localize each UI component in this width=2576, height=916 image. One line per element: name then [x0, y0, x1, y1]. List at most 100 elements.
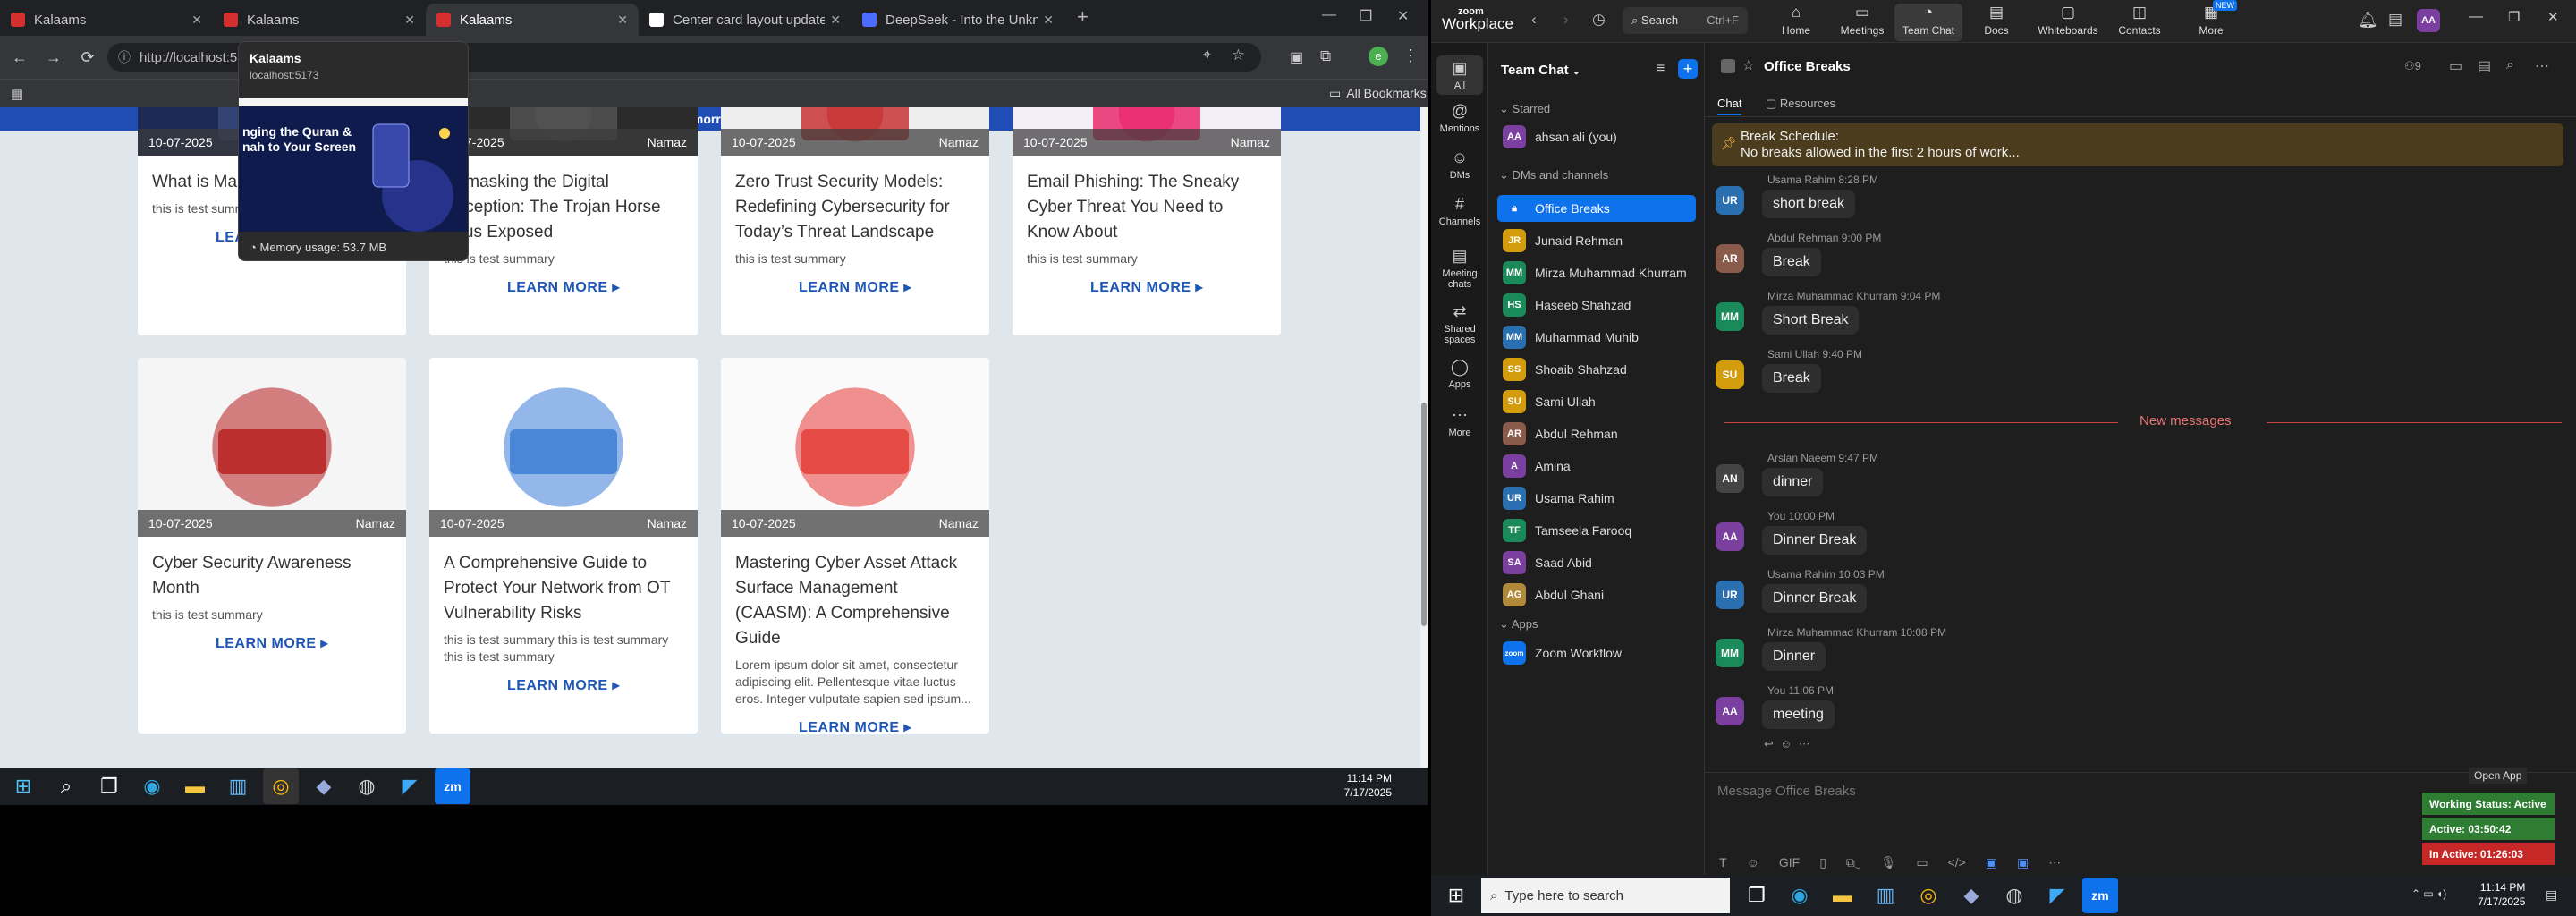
- zoom-taskbar-icon[interactable]: zm: [435, 768, 470, 804]
- audio-icon[interactable]: 🎙︎: [1881, 855, 1897, 870]
- message-avatar[interactable]: MM: [1716, 302, 1744, 331]
- chat-list-item[interactable]: AR Abdul Rehman: [1497, 420, 1696, 447]
- back-icon[interactable]: ‹: [1531, 11, 1537, 29]
- taskbar-search-icon[interactable]: ⌕: [48, 768, 84, 804]
- rail-channels[interactable]: # Channels: [1431, 195, 1488, 227]
- chrome-icon[interactable]: ◎: [1911, 878, 1946, 913]
- github-icon[interactable]: ◍: [349, 768, 385, 804]
- chrome-icon[interactable]: ◎: [263, 768, 299, 804]
- minimize-icon[interactable]: —: [2469, 9, 2483, 25]
- windows-start-icon[interactable]: ⊞: [5, 768, 41, 804]
- page-scrollbar[interactable]: [1420, 107, 1428, 769]
- task-view-icon[interactable]: ❐: [1739, 878, 1775, 913]
- notification-bell-icon[interactable]: 🔔︎: [2358, 11, 2378, 30]
- tab-close-icon[interactable]: ✕: [1043, 13, 1054, 28]
- new-tab-plus-icon[interactable]: +: [1077, 5, 1089, 29]
- message-avatar[interactable]: AA: [1716, 697, 1744, 725]
- message-avatar[interactable]: UR: [1716, 186, 1744, 215]
- chat-list-item[interactable]: MM Muhammad Muhib: [1497, 324, 1696, 351]
- browser-tab[interactable]: Kalaams ✕: [213, 4, 426, 36]
- team-chat-title[interactable]: Team Chat ⌄: [1501, 63, 1580, 78]
- browser-tab[interactable]: Kalaams ✕: [0, 4, 213, 36]
- app-one-icon[interactable]: ▣: [1986, 855, 1997, 870]
- tab-close-icon[interactable]: ✕: [617, 13, 628, 28]
- search-icon[interactable]: ⌕: [2506, 57, 2514, 73]
- tab-resources[interactable]: ▢ Resources: [1766, 97, 1835, 111]
- close-window-icon[interactable]: ✕: [2547, 9, 2559, 25]
- message-avatar[interactable]: SU: [1716, 360, 1744, 389]
- tab-close-icon[interactable]: ✕: [191, 13, 202, 28]
- article-card[interactable]: 10-07-2025 Namaz Email Phishing: The Sneak…: [1013, 107, 1281, 335]
- chat-list-item[interactable]: AG Abdul Ghani: [1497, 581, 1696, 608]
- chat-list-item[interactable]: zoom Zoom Workflow: [1497, 640, 1696, 666]
- edge-icon[interactable]: ◉: [1782, 878, 1818, 913]
- gif-icon[interactable]: GIF: [1779, 855, 1800, 870]
- tray-icons[interactable]: ⌃ ▭ ◖): [2411, 887, 2446, 900]
- windows-start-icon[interactable]: ⊞: [1438, 878, 1474, 913]
- chat-list-item[interactable]: TF Tamseela Farooq: [1497, 517, 1696, 544]
- learn-more-link[interactable]: LEARN MORE ▸: [721, 718, 989, 734]
- learn-more-link[interactable]: LEARN MORE ▸: [429, 676, 698, 694]
- site-info-icon[interactable]: ⓘ: [118, 48, 131, 66]
- calendar-icon[interactable]: ▤: [2388, 11, 2402, 29]
- chat-list-item[interactable]: JR Junaid Rehman: [1497, 227, 1696, 254]
- menu-kebab-icon[interactable]: ⋮: [1402, 47, 1419, 65]
- browser-tab[interactable]: Kalaams ✕: [426, 4, 639, 36]
- more-actions-icon[interactable]: ⋯: [1799, 737, 1810, 751]
- browser-tab[interactable]: DeepSeek - Into the Unknown ✕: [852, 4, 1064, 36]
- article-title[interactable]: Email Phishing: The Sneaky Cyber Threat …: [1027, 170, 1267, 245]
- chat-list-item[interactable]: HS Haseeb Shahzad: [1497, 292, 1696, 318]
- learn-more-link[interactable]: LEARN MORE ▸: [138, 634, 406, 652]
- close-window-icon[interactable]: ✕: [1397, 7, 1409, 25]
- article-card[interactable]: 10-07-2025 Namaz Unmasking the Digital Dec…: [429, 107, 698, 335]
- back-icon[interactable]: ←: [5, 48, 34, 67]
- zoom-search-bar[interactable]: ⌕ Search Ctrl+F: [1623, 7, 1748, 34]
- code-icon[interactable]: </>: [1948, 855, 1966, 870]
- more-icon[interactable]: ⋯: [2535, 57, 2549, 75]
- user-avatar[interactable]: AA: [2417, 9, 2440, 32]
- store-icon[interactable]: ▥: [1868, 878, 1903, 913]
- vscode-icon[interactable]: ◤: [392, 768, 428, 804]
- nav-more[interactable]: ▦ More NEW: [2177, 0, 2245, 41]
- emoji-icon[interactable]: ☺: [1747, 855, 1759, 870]
- nav-team-chat[interactable]: ◔ Team Chat: [1894, 4, 1962, 41]
- video-message-icon[interactable]: ▭: [1916, 855, 1928, 870]
- filter-icon[interactable]: ≡: [1657, 61, 1665, 77]
- restore-icon[interactable]: ❐: [2508, 9, 2520, 25]
- learn-more-link[interactable]: LEARN MORE ▸: [429, 278, 698, 296]
- edge-icon[interactable]: ◉: [134, 768, 170, 804]
- app-icon[interactable]: ◆: [306, 768, 342, 804]
- history-icon[interactable]: ◷: [1592, 11, 1606, 29]
- minimize-icon[interactable]: —: [1322, 7, 1336, 23]
- message-avatar[interactable]: AA: [1716, 522, 1744, 551]
- chat-list-item[interactable]: AA ahsan ali (you): [1497, 123, 1696, 150]
- nav-contacts[interactable]: ◫ Contacts: [2106, 4, 2174, 41]
- nav-home[interactable]: ⌂ Home: [1762, 4, 1830, 41]
- article-title[interactable]: Zero Trust Security Models: Redefining C…: [735, 170, 975, 245]
- restore-icon[interactable]: ❐: [1360, 7, 1372, 25]
- section-apps[interactable]: ⌄ Apps: [1499, 617, 1538, 632]
- rail-meeting-chats[interactable]: ▤ Meeting chats: [1431, 247, 1488, 290]
- article-title[interactable]: Cyber Security Awareness Month: [152, 551, 392, 601]
- message-composer-input[interactable]: [1717, 778, 2326, 803]
- section-dms-channels[interactable]: ⌄ DMs and channels: [1499, 168, 1608, 182]
- format-text-icon[interactable]: T: [1719, 855, 1727, 870]
- nav-docs[interactable]: ▤ Docs: [1962, 4, 2030, 41]
- chat-list-item[interactable]: SA Saad Abid: [1497, 549, 1696, 576]
- chat-list-item[interactable]: UR Usama Rahim: [1497, 485, 1696, 512]
- members-icon[interactable]: ⚇9: [2404, 59, 2421, 73]
- rail-mentions[interactable]: @ Mentions: [1431, 102, 1488, 134]
- all-bookmarks-button[interactable]: ▭ All Bookmarks: [1329, 86, 1427, 101]
- scrollbar-thumb[interactable]: [1421, 403, 1427, 626]
- video-icon[interactable]: ▭: [2449, 57, 2462, 75]
- more-icon[interactable]: ⋯: [2048, 855, 2061, 870]
- emoji-reaction-icon[interactable]: ☺: [1780, 737, 1792, 751]
- app-two-icon[interactable]: ▣: [2017, 855, 2029, 870]
- article-card[interactable]: 10-07-2025 Namaz Cyber Security Awareness …: [138, 358, 406, 734]
- file-explorer-icon[interactable]: ▬: [177, 768, 213, 804]
- bookmark-star-icon[interactable]: ☆: [1232, 47, 1245, 64]
- zoom-taskbar-icon[interactable]: zm: [2082, 878, 2118, 913]
- pinned-message[interactable]: 📌︎ Break Schedule: No breaks allowed in …: [1712, 123, 2563, 166]
- learn-more-link[interactable]: LEARN MORE ▸: [721, 278, 989, 296]
- location-icon[interactable]: ⌖: [1203, 47, 1211, 64]
